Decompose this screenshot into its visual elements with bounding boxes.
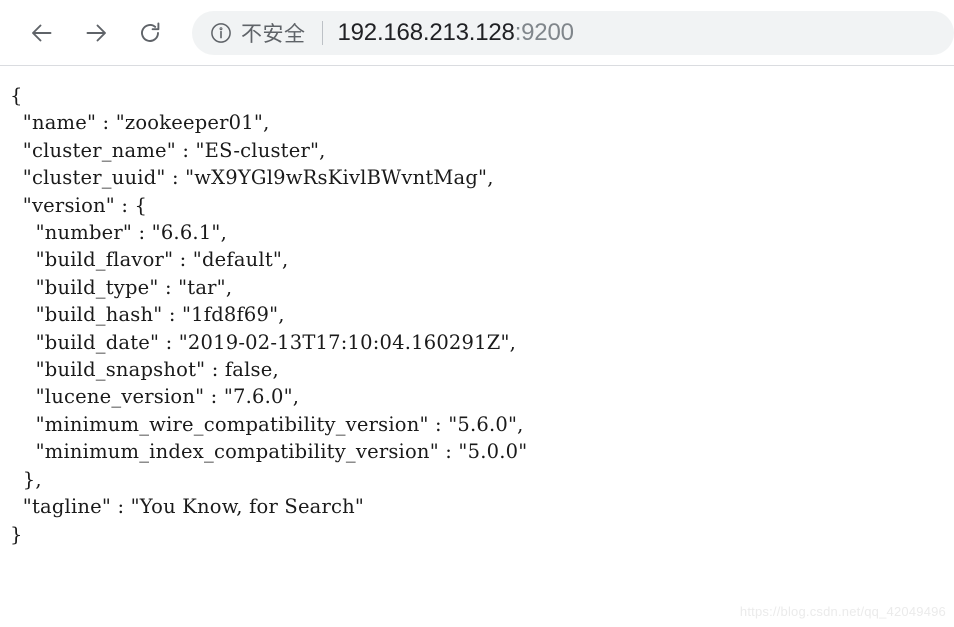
json-response-body: { "name" : "zookeeper01", "cluster_name"… [10,84,528,546]
reload-button[interactable] [130,13,170,53]
browser-toolbar: 不安全 192.168.213.128:9200 [0,0,954,66]
url-host: 192.168.213.128 [337,18,515,46]
arrow-right-icon [83,20,109,46]
reload-icon [137,20,163,46]
security-status-label: 不安全 [241,21,306,46]
omnibox-divider [321,20,323,45]
watermark-text: https://blog.csdn.net/qq_42049496 [739,604,946,619]
info-circle-icon [210,22,232,44]
url-display[interactable]: 192.168.213.128:9200 [338,19,574,47]
site-security-chip[interactable]: 不安全 [210,18,306,48]
url-port: :9200 [514,18,574,46]
address-bar[interactable]: 不安全 192.168.213.128:9200 [192,10,954,55]
arrow-left-icon [29,20,55,46]
forward-button[interactable] [76,13,116,53]
back-button[interactable] [22,13,62,53]
page-content-area: { "name" : "zookeeper01", "cluster_name"… [0,66,954,627]
